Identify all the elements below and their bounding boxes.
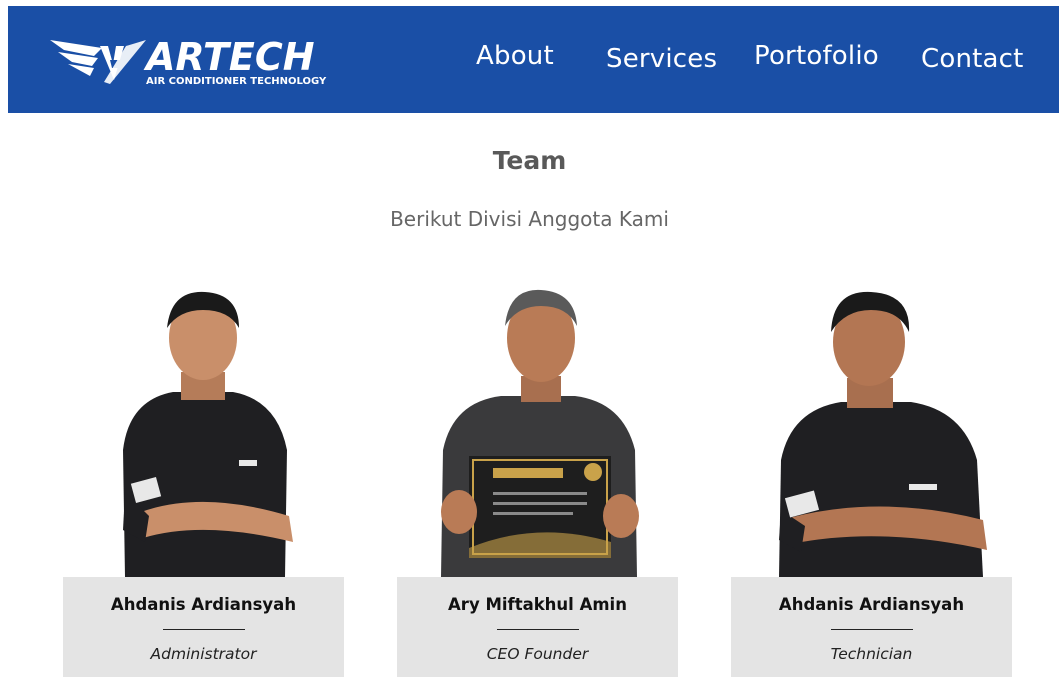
team-member-card: Ahdanis Ardiansyah Administrator <box>63 280 344 677</box>
name-role-divider <box>497 629 579 630</box>
team-section-subtitle: Berikut Divisi Anggota Kami <box>390 207 669 231</box>
team-member-info: Ahdanis Ardiansyah Technician <box>731 577 1012 677</box>
name-role-divider <box>831 629 913 630</box>
navbar: ARTECH AIR CONDITIONER TECHNOLOGY About … <box>8 6 1059 113</box>
team-member-name: Ahdanis Ardiansyah <box>778 595 965 614</box>
team-member-card: Ary Miftakhul Amin CEO Founder <box>397 280 678 677</box>
name-role-divider <box>163 629 245 630</box>
nav-link-contact[interactable]: Contact <box>921 44 1024 74</box>
team-section-title: Team <box>492 146 567 175</box>
person-holding-certificate-photo <box>441 289 639 577</box>
person-arms-crossed-photo <box>123 291 293 577</box>
team-member-role: CEO Founder <box>486 645 589 663</box>
logo-wing-icon: ARTECH AIR CONDITIONER TECHNOLOGY <box>50 36 327 87</box>
nav-link-portofolio[interactable]: Portofolio <box>754 41 879 71</box>
team-member-role: Technician <box>830 645 913 663</box>
nav-link-about[interactable]: About <box>476 41 554 71</box>
team-member-photo <box>731 280 1012 577</box>
nav-link-services[interactable]: Services <box>606 44 717 74</box>
team-member-card: Ahdanis Ardiansyah Technician <box>731 280 1012 677</box>
team-member-name: Ahdanis Ardiansyah <box>110 595 297 614</box>
team-member-info: Ary Miftakhul Amin CEO Founder <box>397 577 678 677</box>
logo-wordmark: ARTECH <box>143 36 315 79</box>
logo-tagline: AIR CONDITIONER TECHNOLOGY <box>146 76 327 87</box>
team-member-name: Ary Miftakhul Amin <box>448 595 627 614</box>
team-member-photo <box>63 280 344 577</box>
artech-logo[interactable]: ARTECH AIR CONDITIONER TECHNOLOGY <box>50 36 370 88</box>
person-arms-crossed-photo <box>779 291 987 577</box>
team-member-photo <box>397 280 678 577</box>
team-member-role: Administrator <box>150 645 257 663</box>
team-member-info: Ahdanis Ardiansyah Administrator <box>63 577 344 677</box>
